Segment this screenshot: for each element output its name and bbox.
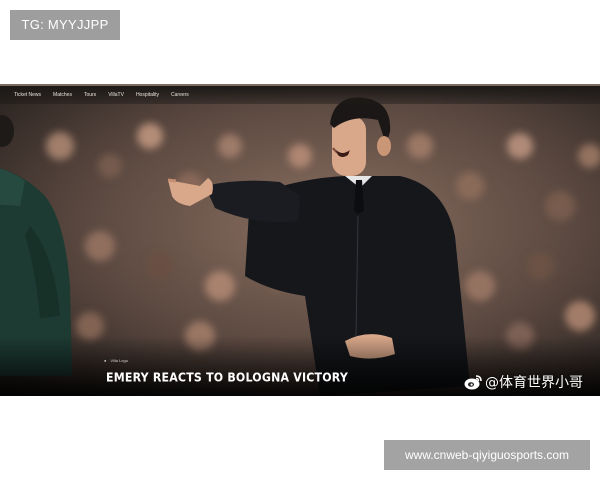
tg-badge: TG: MYYJJPP bbox=[10, 10, 120, 40]
nav-item-careers[interactable]: Careers bbox=[171, 92, 189, 98]
nav-item-hospitality[interactable]: Hospitality bbox=[136, 92, 159, 98]
source-label: Villa Logo bbox=[110, 358, 128, 363]
article-screenshot: Ticket News Matches Tours VillaTV Hospit… bbox=[0, 84, 600, 396]
url-badge: www.cnweb-qiyiguosports.com bbox=[384, 440, 590, 470]
nav-item-matches[interactable]: Matches bbox=[53, 92, 72, 98]
site-top-nav: Ticket News Matches Tours VillaTV Hospit… bbox=[0, 86, 600, 104]
nav-item-ticket-news[interactable]: Ticket News bbox=[14, 92, 41, 98]
article-headline[interactable]: EMERY REACTS TO BOLOGNA VICTORY bbox=[106, 370, 348, 385]
weibo-watermark: @体育世界小哥 bbox=[464, 372, 583, 392]
article-source: ● Villa Logo bbox=[104, 358, 128, 363]
nav-item-tours[interactable]: Tours bbox=[84, 92, 96, 98]
club-crest-icon: ● bbox=[104, 358, 107, 363]
nav-item-villatv[interactable]: VillaTV bbox=[108, 92, 124, 98]
weibo-icon bbox=[464, 375, 482, 390]
watermark-text: @体育世界小哥 bbox=[485, 375, 583, 391]
